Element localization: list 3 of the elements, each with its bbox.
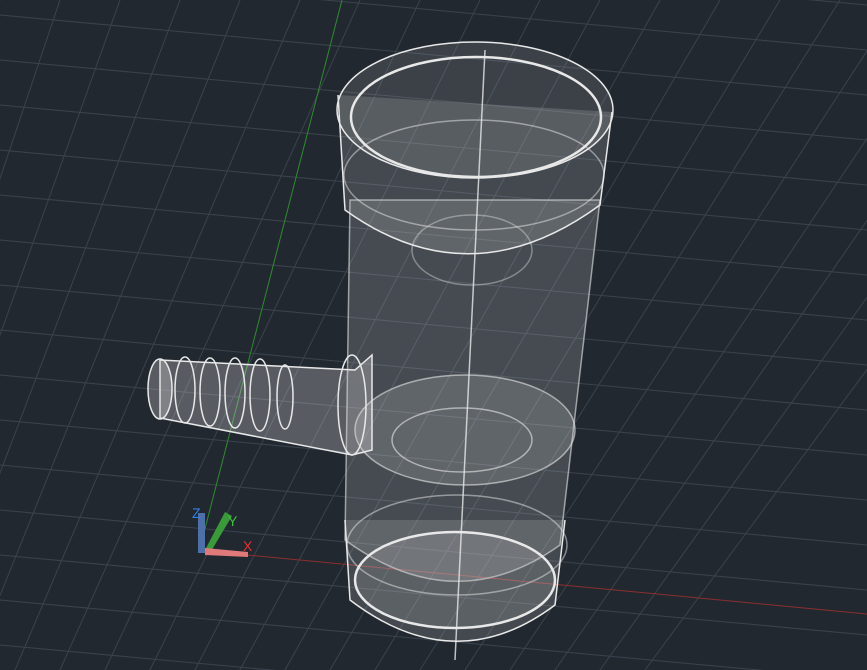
axis-label: Y: [228, 513, 238, 529]
axis-label: X: [243, 538, 252, 554]
axis-label: Z: [192, 505, 201, 521]
